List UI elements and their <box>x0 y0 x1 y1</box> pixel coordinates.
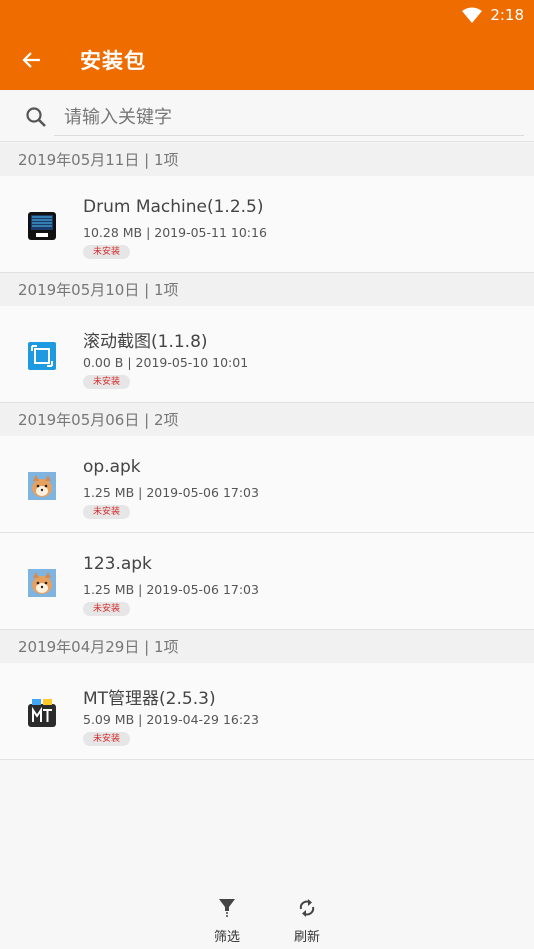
group-header: 2019年05月06日 | 2项 <box>0 403 534 436</box>
search-bar <box>0 90 534 142</box>
status-bar: 2:18 <box>462 5 524 25</box>
app-name: 123.apk <box>83 554 152 574</box>
group-header: 2019年05月10日 | 1项 <box>0 273 534 306</box>
list-item[interactable]: Drum Machine(1.2.5) 10.28 MB | 2019-05-1… <box>0 176 534 273</box>
shiba-dog-app-icon <box>28 569 56 597</box>
app-meta: 1.25 MB | 2019-05-06 17:03 <box>83 582 259 597</box>
app-meta: 5.09 MB | 2019-04-29 16:23 <box>83 712 259 727</box>
refresh-button[interactable]: 刷新 <box>282 896 332 945</box>
scroll-screenshot-app-icon <box>28 342 56 370</box>
group-header: 2019年04月29日 | 1项 <box>0 630 534 663</box>
list-item[interactable]: 123.apk 1.25 MB | 2019-05-06 17:03 未安装 <box>0 533 534 630</box>
app-name: Drum Machine(1.2.5) <box>83 197 264 217</box>
bottom-action-bar: 筛选 刷新 <box>0 890 534 949</box>
package-list: 2019年05月11日 | 1项 Drum Machine(1.2.5) 10.… <box>0 143 534 760</box>
filter-icon <box>219 899 235 917</box>
app-name: MT管理器(2.5.3) <box>83 689 216 709</box>
mt-manager-app-icon <box>28 699 56 727</box>
search-input[interactable] <box>54 100 524 136</box>
status-badge: 未安装 <box>83 602 131 616</box>
arrow-back-icon <box>22 52 40 68</box>
page-title: 安装包 <box>80 49 146 73</box>
app-name: op.apk <box>83 457 141 477</box>
refresh-icon <box>299 899 315 917</box>
shiba-dog-app-icon <box>28 472 56 500</box>
app-name: 滚动截图(1.1.8) <box>83 332 208 352</box>
back-button[interactable] <box>0 36 64 84</box>
filter-button[interactable]: 筛选 <box>202 896 252 945</box>
status-badge: 未安装 <box>83 245 131 259</box>
app-meta: 10.28 MB | 2019-05-11 10:16 <box>83 225 267 240</box>
status-badge: 未安装 <box>83 732 131 746</box>
search-icon <box>26 107 46 127</box>
status-badge: 未安装 <box>83 505 131 519</box>
app-meta: 0.00 B | 2019-05-10 10:01 <box>83 355 249 370</box>
refresh-label: 刷新 <box>293 930 320 945</box>
list-item[interactable]: 滚动截图(1.1.8) 0.00 B | 2019-05-10 10:01 未安… <box>0 306 534 403</box>
app-bar: 2:18 安装包 <box>0 0 534 90</box>
drum-machine-app-icon <box>28 212 56 240</box>
wifi-icon <box>462 7 483 23</box>
toolbar: 安装包 <box>0 36 534 84</box>
list-item[interactable]: MT管理器(2.5.3) 5.09 MB | 2019-04-29 16:23 … <box>0 663 534 760</box>
list-item[interactable]: op.apk 1.25 MB | 2019-05-06 17:03 未安装 <box>0 436 534 533</box>
status-badge: 未安装 <box>83 375 131 389</box>
status-time: 2:18 <box>490 6 524 24</box>
group-header: 2019年05月11日 | 1项 <box>0 143 534 176</box>
filter-label: 筛选 <box>213 930 240 945</box>
app-meta: 1.25 MB | 2019-05-06 17:03 <box>83 485 259 500</box>
